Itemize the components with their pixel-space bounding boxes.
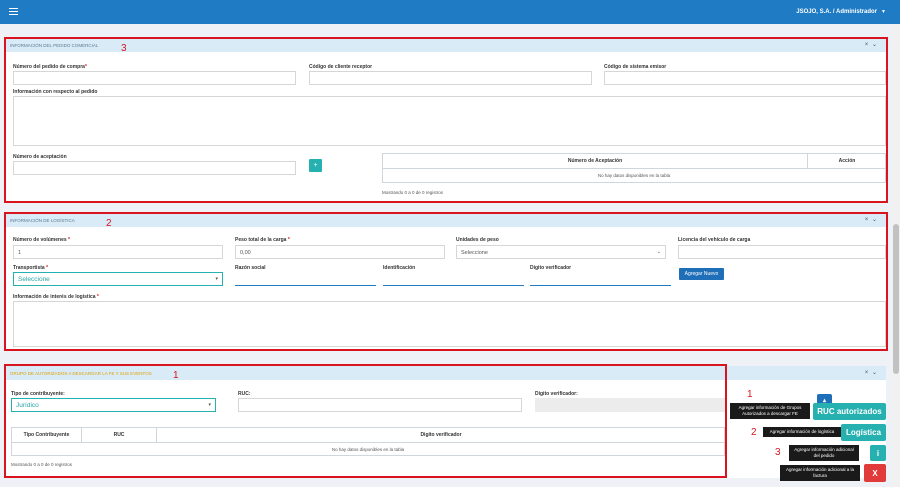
page-scrollbar[interactable] [892, 24, 900, 487]
annotation-number: 2 [751, 427, 757, 438]
user-menu[interactable]: JSOJO, S.A. / Administrador ▼ [796, 9, 886, 15]
annotation-box-commercial [4, 37, 888, 203]
user-name: JSOJO, S.A. / Administrador [796, 9, 878, 15]
annotation-number: 1 [173, 370, 179, 381]
logistics-tooltip: Agregar información de logística [763, 427, 841, 437]
menu-icon[interactable] [9, 8, 18, 15]
logistics-button[interactable]: Logística [841, 424, 886, 441]
annotation-box-logistics [4, 212, 888, 351]
invoice-info-tooltip: Agregar información adicional a la factu… [780, 465, 860, 481]
annotation-box-authorized [4, 364, 727, 478]
caret-down-icon: ▼ [881, 9, 886, 15]
panel-controls[interactable]: × ⌄ [865, 369, 878, 376]
ruc-tooltip: Agregar información de Grupos Autorizado… [730, 403, 810, 419]
scrollbar-thumb[interactable] [893, 224, 899, 374]
annotation-number: 3 [775, 447, 781, 458]
annotation-number: 3 [121, 43, 127, 54]
annotation-number: 1 [747, 389, 753, 400]
invoice-info-button[interactable]: X [864, 464, 886, 482]
extra-info-button[interactable]: i [870, 445, 886, 461]
extra-info-tooltip: Agregar información adicional del pedido [789, 445, 859, 461]
annotation-number: 2 [106, 218, 112, 229]
ruc-authorized-button[interactable]: RUC autorizados [813, 403, 886, 420]
top-navbar: JSOJO, S.A. / Administrador ▼ [0, 0, 900, 24]
